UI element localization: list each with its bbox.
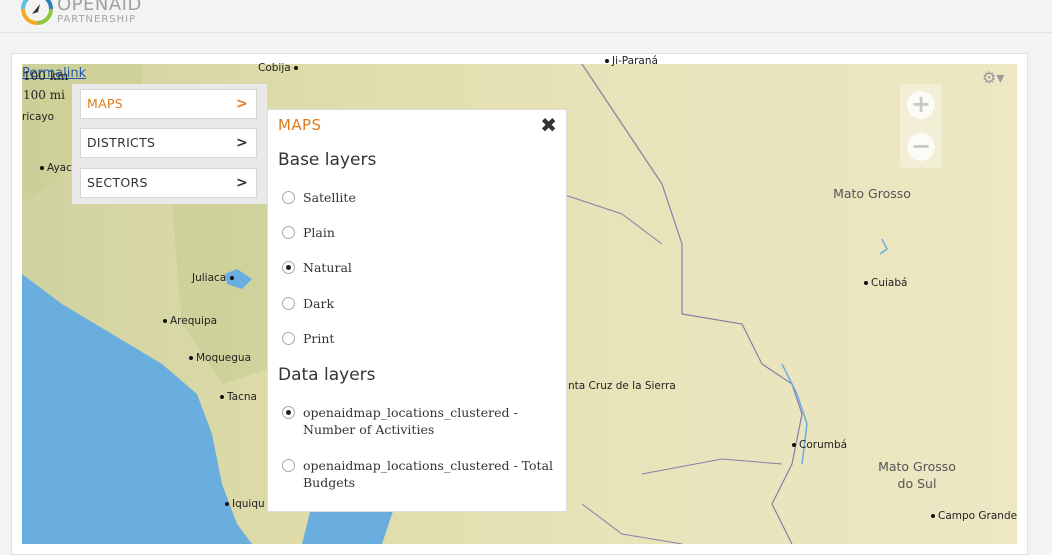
radio-button-selected[interactable]: [282, 406, 295, 419]
chevron-right-icon: >: [235, 96, 248, 112]
region-mato-grosso-do-sul: Mato Grosso do Sul: [878, 459, 956, 491]
map-scale: 100 km 100 mi: [23, 67, 68, 105]
place-tacna: Tacna: [220, 391, 257, 403]
place-iquique: Iquiqu: [225, 498, 265, 510]
chevron-right-icon: >: [235, 175, 248, 191]
option-label: Dark: [303, 296, 335, 311]
option-label: Print: [303, 331, 335, 346]
scale-mi: 100 mi: [23, 88, 65, 102]
option-label: Natural: [303, 260, 352, 275]
plus-icon: +: [907, 91, 935, 119]
data-layers-heading: Data layers: [278, 365, 376, 385]
data-layer-activities[interactable]: openaidmap_locations_clustered - Number …: [282, 404, 557, 438]
menu-item-sectors[interactable]: SECTORS >: [80, 168, 257, 198]
region-mato-grosso: Mato Grosso: [833, 186, 911, 201]
zoom-out-button[interactable]: −: [900, 126, 942, 168]
menu-item-label: DISTRICTS: [87, 135, 156, 150]
option-label: openaidmap_locations_clustered - Number …: [303, 405, 518, 437]
data-layer-budgets[interactable]: openaidmap_locations_clustered - Total B…: [282, 457, 557, 491]
option-label: Satellite: [303, 190, 356, 205]
layer-menu: MAPS > DISTRICTS > SECTORS >: [72, 84, 267, 204]
menu-item-label: SECTORS: [87, 175, 148, 190]
option-label: Plain: [303, 225, 335, 240]
radio-button-selected[interactable]: [282, 261, 295, 274]
minus-icon: −: [907, 133, 935, 161]
menu-item-maps[interactable]: MAPS >: [80, 89, 257, 119]
radio-button[interactable]: [282, 297, 295, 310]
place-corumba: Corumbá: [792, 439, 847, 451]
openaid-logo-icon[interactable]: [20, 0, 54, 26]
panel-title: MAPS: [278, 116, 322, 134]
maps-panel: MAPS ✖ Base layers Satellite Plain Natur…: [267, 109, 567, 512]
menu-item-label: MAPS: [87, 96, 124, 111]
place-cobija: Cobija: [258, 62, 301, 74]
place-santa-cruz: nta Cruz de la Sierra: [568, 380, 676, 392]
place-ji-parana: Ji-Paraná: [605, 55, 658, 67]
menu-item-districts[interactable]: DISTRICTS >: [80, 128, 257, 158]
scale-km: 100 km: [23, 69, 69, 83]
logo-title: OPENAID: [57, 0, 142, 15]
base-layers-heading: Base layers: [278, 150, 377, 170]
chevron-right-icon: >: [235, 135, 248, 151]
option-label: openaidmap_locations_clustered - Total B…: [303, 458, 554, 490]
logo-subtitle: PARTNERSHIP: [57, 14, 137, 25]
zoom-control: + −: [900, 84, 942, 168]
top-bar: OPENAID PARTNERSHIP: [0, 0, 1052, 33]
place-moquegua: Moquegua: [189, 352, 251, 364]
radio-button[interactable]: [282, 459, 295, 472]
place-arequipa: Arequipa: [163, 315, 217, 327]
radio-button[interactable]: [282, 226, 295, 239]
radio-button[interactable]: [282, 332, 295, 345]
place-campo-grande: Campo Grande: [931, 510, 1017, 522]
place-cuiaba: Cuiabá: [864, 277, 907, 289]
close-icon[interactable]: ✖: [540, 113, 557, 137]
layer-settings-gear-icon[interactable]: ⚙▾: [982, 68, 1004, 87]
zoom-in-button[interactable]: +: [900, 84, 942, 126]
place-ricayo: ricayo: [22, 111, 55, 123]
radio-button[interactable]: [282, 191, 295, 204]
place-juliaca: Juliaca: [192, 272, 237, 284]
